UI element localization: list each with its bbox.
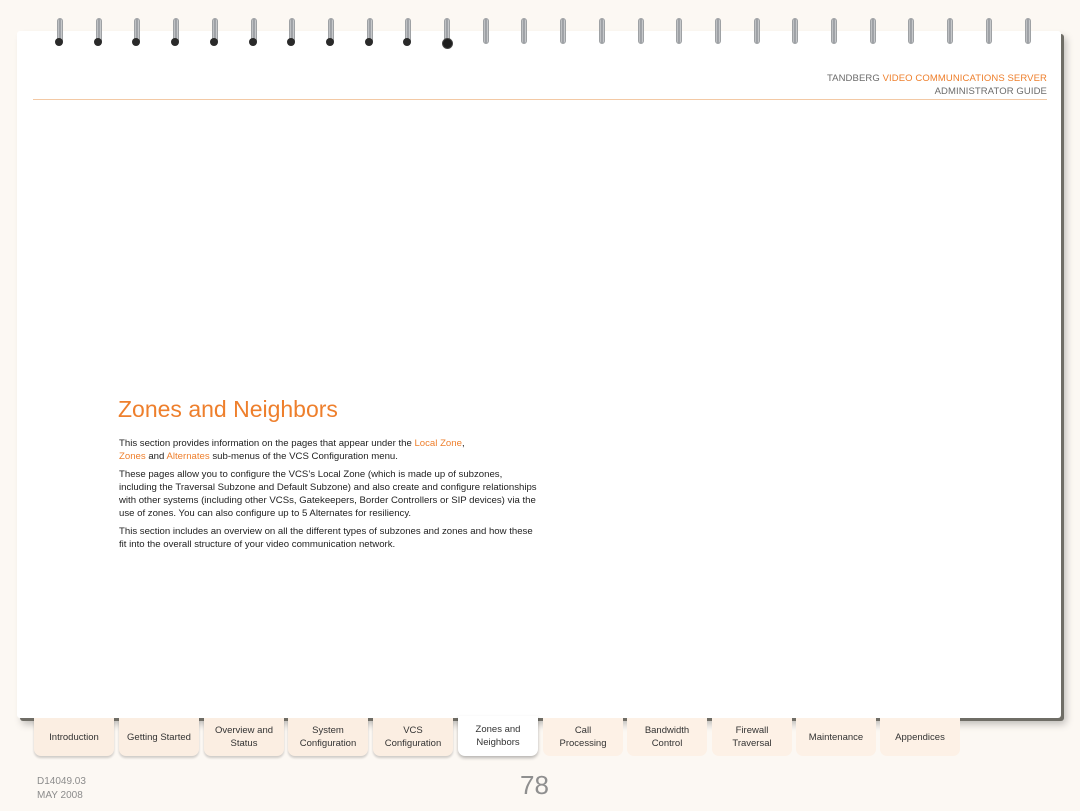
tab-label: VCS Configuration <box>385 724 442 750</box>
chapter-tab-maintenance[interactable]: Maintenance <box>796 718 876 756</box>
chapter-tab-getting-started[interactable]: Getting Started <box>119 718 199 756</box>
intro-text: This section provides information on the… <box>119 438 415 449</box>
link-zones[interactable]: Zones <box>119 451 146 462</box>
tab-label-line1: Introduction <box>49 731 99 743</box>
tab-label: Introduction <box>49 731 99 744</box>
binding-ring <box>790 18 799 46</box>
link-alternates[interactable]: Alternates <box>166 451 209 462</box>
chapter-tab-system[interactable]: System Configuration <box>288 718 368 756</box>
footer-doc-info: D14049.03 MAY 2008 <box>37 775 86 803</box>
tab-label-line2: Neighbors <box>476 737 520 748</box>
chapter-tab-introduction[interactable]: Introduction <box>34 718 114 756</box>
binding-ring <box>713 18 721 46</box>
section-title: Zones and Neighbors <box>118 396 338 422</box>
binding-ring <box>519 18 528 46</box>
tab-label-line1: Getting Started <box>127 731 191 743</box>
intro-paragraph: This section provides information on the… <box>119 437 539 463</box>
tab-label-line1: Maintenance <box>808 731 864 743</box>
tab-label-line2: Configuration <box>384 738 442 749</box>
chapter-tab-zones-and[interactable]: Zones and Neighbors <box>458 716 538 756</box>
binding-ring <box>364 18 373 46</box>
brand-name: TANDBERG <box>826 73 880 84</box>
document-page <box>17 31 1061 718</box>
comma: , <box>461 438 465 449</box>
tab-label-line2: Processing <box>559 738 607 749</box>
intro-text-end: sub-menus of the VCS Configuration menu. <box>209 451 398 462</box>
tab-label-line1: Appendices <box>895 731 945 743</box>
doc-code: D14049.03 <box>37 776 86 787</box>
header-title-line: TANDBERG VIDEO COMMUNICATIONS SERVER <box>827 72 1047 85</box>
binding-ring <box>1023 18 1031 46</box>
tab-label-line2: Traversal <box>732 738 772 749</box>
spiral-binding <box>0 0 1080 52</box>
chapter-tab-bandwidth[interactable]: Bandwidth Control <box>627 718 707 756</box>
tab-label-line1: Zones and <box>475 724 521 735</box>
and-text: and <box>145 451 167 462</box>
binding-ring <box>93 18 102 46</box>
tab-label: Firewall Traversal <box>732 724 771 750</box>
binding-ring <box>481 18 489 46</box>
binding-ring <box>403 18 412 46</box>
tab-label-line2: Configuration <box>299 738 357 749</box>
tab-label: Zones and Neighbors <box>476 723 521 749</box>
chapter-tab-overview-and[interactable]: Overview and Status <box>204 718 284 756</box>
tab-label-line1: Firewall <box>735 725 769 736</box>
doc-date: MAY 2008 <box>37 790 83 801</box>
chapter-tab-firewall[interactable]: Firewall Traversal <box>712 718 792 756</box>
binding-ring <box>558 18 567 46</box>
link-local-zone[interactable]: Local Zone <box>414 438 461 449</box>
binding-ring <box>132 18 141 46</box>
tab-label-line1: Bandwidth <box>644 725 690 736</box>
binding-ring <box>325 18 334 46</box>
binding-ring <box>868 18 876 46</box>
tab-label: System Configuration <box>300 724 357 750</box>
binding-ring <box>906 18 915 46</box>
document-header: TANDBERG VIDEO COMMUNICATIONS SERVER ADM… <box>827 72 1047 98</box>
page-number: 78 <box>520 770 549 800</box>
configure-paragraph: These pages allow you to configure the V… <box>119 469 537 519</box>
binding-ring <box>674 18 683 46</box>
section-body: This section provides information on the… <box>119 437 539 556</box>
binding-ring <box>984 18 992 46</box>
tab-label: Getting Started <box>127 731 191 744</box>
binding-ring <box>829 18 837 46</box>
tab-label: Overview and Status <box>215 724 273 750</box>
chapter-tab-appendices[interactable]: Appendices <box>880 718 960 756</box>
tab-label-line1: Overview and <box>214 725 274 736</box>
binding-ring <box>209 18 218 46</box>
product-name: VIDEO COMMUNICATIONS SERVER <box>882 73 1047 84</box>
binding-ring <box>636 18 644 46</box>
tab-label: Appendices <box>895 731 945 744</box>
binding-ring <box>945 18 954 46</box>
binding-ring <box>171 18 180 46</box>
tab-label: Call Processing <box>560 724 607 750</box>
binding-ring <box>597 18 605 46</box>
tab-label-line2: Control <box>651 738 683 749</box>
binding-ring <box>55 18 63 46</box>
tab-label: Maintenance <box>809 731 863 744</box>
header-divider <box>33 99 1047 100</box>
binding-ring <box>752 18 760 46</box>
tab-label-line2: Status <box>230 738 258 749</box>
overview-paragraph: This section includes an overview on all… <box>119 526 533 550</box>
chapter-tab-vcs[interactable]: VCS Configuration <box>373 718 453 756</box>
chapter-tab-call[interactable]: Call Processing <box>543 718 623 756</box>
guide-name: ADMINISTRATOR GUIDE <box>934 86 1047 97</box>
binding-ring <box>248 18 257 46</box>
binding-ring <box>287 18 296 46</box>
binding-ring <box>442 18 453 49</box>
tab-label: Bandwidth Control <box>645 724 689 750</box>
tab-label-line1: System <box>312 725 344 736</box>
tab-label-line1: Call <box>574 725 592 736</box>
tab-label-line1: VCS <box>403 725 423 736</box>
